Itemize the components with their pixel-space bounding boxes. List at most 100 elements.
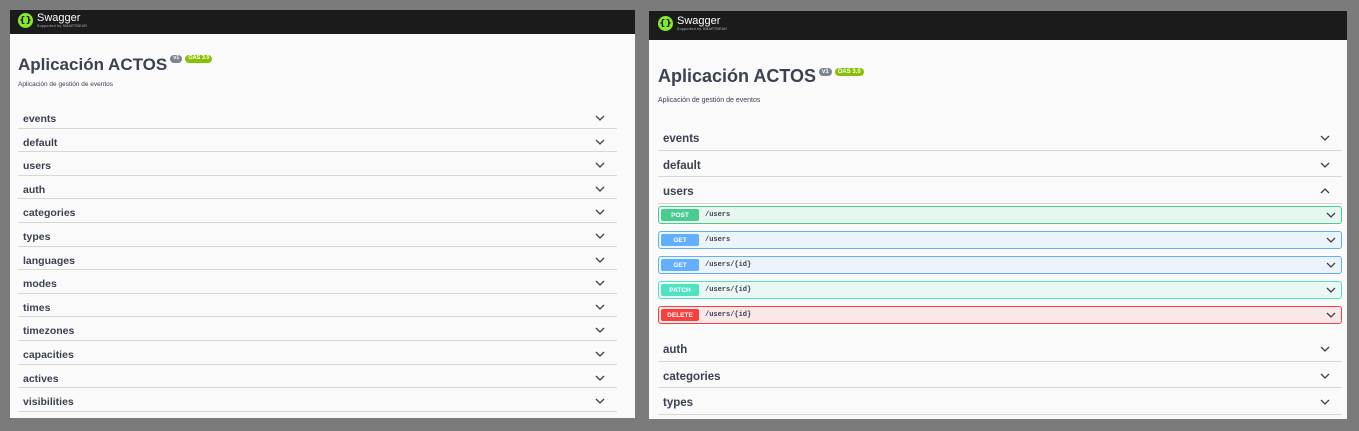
chevron-down-icon[interactable] — [1326, 210, 1336, 220]
chevron-down-icon[interactable] — [1326, 235, 1336, 245]
api-title: Aplicación ACTOS — [658, 66, 817, 86]
tag-timezones[interactable]: timezones — [18, 317, 617, 341]
version-badge: v1 — [819, 68, 832, 76]
chevron-down-icon[interactable] — [595, 184, 605, 194]
chevron-down-icon[interactable] — [595, 278, 605, 288]
swagger-window-right: {} Swagger Supported by SMARTBEAR Aplica… — [649, 11, 1347, 419]
chevron-down-icon[interactable] — [1320, 133, 1330, 143]
chevron-down-icon[interactable] — [595, 349, 605, 359]
logo-subtitle: Supported by SMARTBEAR — [677, 27, 728, 31]
operation-path: /users — [705, 236, 731, 245]
tag-label: users — [663, 186, 694, 199]
chevron-down-icon[interactable] — [1320, 344, 1330, 354]
tag-label: auth — [23, 183, 46, 196]
tag-users[interactable]: users — [18, 152, 617, 176]
operation-patch[interactable]: PATCH/users/{id} — [658, 281, 1342, 300]
chevron-down-icon[interactable] — [1320, 371, 1330, 381]
chevron-down-icon[interactable] — [1320, 397, 1330, 407]
method-badge: GET — [661, 234, 699, 247]
chevron-down-icon[interactable] — [595, 255, 605, 265]
tag-users[interactable]: users — [658, 177, 1342, 205]
method-badge: POST — [661, 209, 699, 222]
tag-label: actives — [23, 372, 59, 385]
tag-label: timezones — [23, 325, 75, 338]
tag-visibilities[interactable]: visibilities — [18, 388, 617, 412]
tag-times[interactable]: times — [18, 294, 617, 318]
operation-get[interactable]: GET/users — [658, 231, 1342, 250]
logo-subtitle: Supported by SMARTBEAR — [37, 24, 88, 28]
tag-default[interactable]: default — [658, 151, 1342, 178]
tag-categories[interactable]: categories — [18, 199, 617, 223]
operation-delete[interactable]: DELETE/users/{id} — [658, 306, 1342, 325]
operation-get[interactable]: GET/users/{id} — [658, 256, 1342, 275]
tag-capacities[interactable]: capacities — [18, 341, 617, 365]
api-info: Aplicación ACTOS v1 OAS 3.0 Aplicación d… — [10, 34, 635, 88]
version-badge: v1 — [170, 55, 183, 63]
tag-events[interactable]: events — [658, 124, 1342, 151]
tag-languages[interactable]: languages — [18, 247, 617, 271]
tag-label: events — [663, 133, 700, 145]
api-info: Aplicación ACTOS v1 OAS 3.0 Aplicación d… — [649, 40, 1347, 104]
chevron-down-icon[interactable] — [1320, 160, 1330, 170]
swagger-logo-icon: {} — [658, 16, 673, 32]
operations-list: POST/users GET/users GET/users/{id} PATCH/u… — [658, 204, 1342, 335]
tag-default[interactable]: default — [18, 129, 617, 153]
tag-label: capacities — [23, 348, 74, 361]
tag-label: types — [663, 397, 694, 410]
chevron-down-icon[interactable] — [1326, 260, 1336, 270]
chevron-down-icon[interactable] — [595, 231, 605, 241]
tag-label: modes — [23, 278, 57, 291]
swagger-logo[interactable]: {} Swagger Supported by SMARTBEAR — [18, 13, 87, 29]
swagger-logo-icon: {} — [18, 13, 33, 29]
operation-path: /users/{id} — [705, 311, 752, 320]
topbar: {} Swagger Supported by SMARTBEAR — [649, 11, 1347, 40]
tag-types[interactable]: types — [658, 388, 1342, 416]
tag-label: default — [663, 159, 701, 172]
tag-list: events default users POST/users GET/users GET… — [658, 124, 1342, 416]
operation-path: /users — [705, 211, 731, 220]
tag-auth[interactable]: auth — [658, 335, 1342, 362]
oas-badge: OAS 3.0 — [834, 68, 864, 76]
oas-badge: OAS 3.0 — [185, 55, 213, 63]
tag-label: default — [23, 136, 58, 149]
api-description: Aplicación de gestión de eventos — [658, 97, 761, 104]
chevron-down-icon[interactable] — [1326, 285, 1336, 295]
operation-path: /users/{id} — [705, 261, 752, 270]
tag-label: categories — [23, 207, 76, 220]
method-badge: PATCH — [661, 284, 699, 297]
tag-auth[interactable]: auth — [18, 176, 617, 200]
method-badge: GET — [661, 259, 699, 272]
api-title: Aplicación ACTOS — [18, 55, 168, 74]
tag-types[interactable]: types — [18, 223, 617, 247]
tag-label: times — [23, 301, 51, 314]
api-description: Aplicación de gestión de eventos — [18, 81, 114, 88]
swagger-logo[interactable]: {} Swagger Supported by SMARTBEAR — [658, 16, 727, 32]
topbar: {} Swagger Supported by SMARTBEAR — [10, 10, 635, 34]
chevron-down-icon[interactable] — [1326, 310, 1336, 320]
chevron-down-icon[interactable] — [595, 302, 605, 312]
chevron-down-icon[interactable] — [595, 160, 605, 170]
tag-categories[interactable]: categories — [658, 362, 1342, 389]
swagger-window-left: {} Swagger Supported by SMARTBEAR Aplica… — [10, 10, 635, 418]
tag-label: languages — [23, 254, 75, 267]
tag-list: events default users auth categories types lan… — [18, 105, 617, 412]
operation-post[interactable]: POST/users — [658, 206, 1342, 225]
logo-name: Swagger — [677, 15, 721, 27]
tag-label: visibilities — [23, 396, 74, 409]
tag-label: auth — [663, 344, 688, 357]
tag-modes[interactable]: modes — [18, 270, 617, 294]
logo-name: Swagger — [37, 12, 81, 24]
chevron-down-icon[interactable] — [595, 396, 605, 406]
tag-events[interactable]: events — [18, 105, 617, 129]
tag-actives[interactable]: actives — [18, 365, 617, 389]
chevron-down-icon[interactable] — [595, 207, 605, 217]
tag-label: categories — [663, 370, 721, 383]
chevron-up-icon[interactable] — [1320, 186, 1330, 196]
chevron-down-icon[interactable] — [595, 113, 605, 123]
chevron-down-icon[interactable] — [595, 373, 605, 383]
chevron-down-icon[interactable] — [595, 137, 605, 147]
chevron-down-icon[interactable] — [595, 325, 605, 335]
method-badge: DELETE — [661, 309, 699, 322]
tag-label: types — [23, 230, 51, 243]
tag-label: events — [23, 113, 57, 125]
